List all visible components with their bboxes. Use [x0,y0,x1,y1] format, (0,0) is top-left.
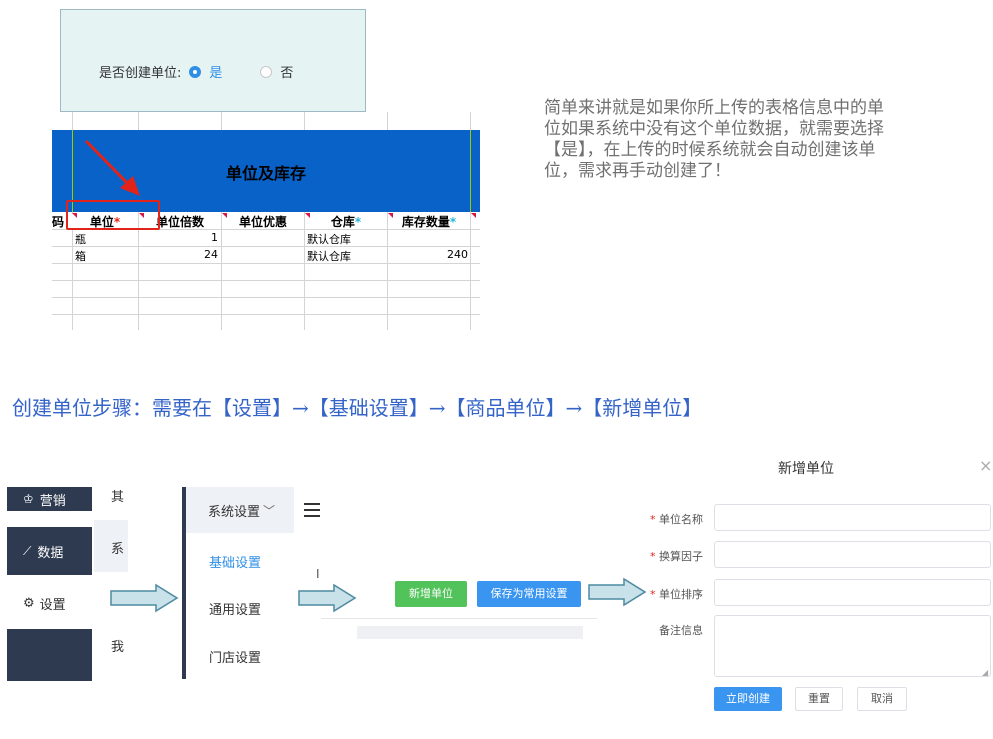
close-icon[interactable]: × [979,456,992,475]
unit-order-input[interactable] [714,579,991,606]
sidebar-bottom-block [7,629,92,681]
sidebar-label-settings: 设置 [39,597,66,613]
text-cursor-icon: I [316,567,320,581]
cell-stock-row2: 240 [447,248,468,261]
cell-unit-row1: 瓶 [75,233,86,246]
dropdown-label: 系统设置 [208,504,261,520]
create-now-button[interactable]: 立即创建 [714,687,782,711]
conversion-factor-input[interactable] [714,541,991,568]
explanation-text: 简单来讲就是如果你所上传的表格信息中的单位如果系统中没有这个单位数据，就需要选择… [544,98,884,181]
submenu-label-system: 系 [111,542,125,557]
dialog-title: 新增单位 [778,461,834,477]
submenu-item-other[interactable]: 其 [111,486,124,505]
cell-warehouse-row2: 默认仓库 [307,250,351,263]
menu-item-store-settings[interactable]: 门店设置 [209,647,261,666]
unit-name-input[interactable] [714,504,991,531]
cancel-button[interactable]: 取消 [857,687,907,711]
col-header-stock: 库存数量* [388,213,470,229]
label-unit-name: * 单位名称 [650,513,703,526]
system-settings-dropdown[interactable]: 系统设置 ﹀ [186,487,294,533]
radio-yes-label[interactable]: 是 [209,62,222,81]
gear-icon: ⚙ [23,595,35,611]
radio-no-label[interactable]: 否 [280,62,293,81]
sidebar-label-marketing: 营销 [39,493,66,509]
chevron-down-icon: ﹀ [263,503,276,518]
col-header-discount: 单位优惠 [222,213,304,229]
create-unit-option-box: 是否创建单位: 是 否 [60,9,366,112]
submenu-item-system-highlight[interactable]: 系 [94,520,128,572]
create-unit-radio-row: 是否创建单位: 是 否 [99,62,293,81]
sidebar-label-data: 数据 [37,545,64,561]
label-unit-order: * 单位排序 [650,588,703,601]
remark-textarea[interactable] [714,615,991,677]
cell-unit-row2: 箱 [75,250,86,263]
sidebar-item-marketing[interactable]: ♔ 营销 [7,487,92,511]
cell-warehouse-row1: 默认仓库 [307,233,351,246]
save-common-settings-button[interactable]: 保存为常用设置 [477,581,581,607]
cell-multiple-row2: 24 [204,248,218,261]
radio-no-icon[interactable] [260,65,273,78]
cell-multiple-row1: 1 [211,231,218,244]
label-conversion-factor: * 换算因子 [650,550,703,563]
steps-heading: 创建单位步骤：需要在【设置】→【基础设置】→【商品单位】→【新增单位】 [12,396,703,420]
sidebar-item-settings[interactable]: ⚙ 设置 [7,583,92,623]
label-remark: 备注信息 [659,624,703,637]
crown-icon: ♔ [23,492,34,506]
reset-button[interactable]: 重置 [795,687,843,711]
col-header-warehouse: 仓库* [305,213,387,229]
radio-yes-icon[interactable] [189,65,202,78]
resize-handle-icon[interactable]: ◢ [982,668,988,677]
panel-divider [321,618,597,619]
block-arrow-icon [110,583,179,613]
sheet-title: 单位及库存 [225,164,306,183]
block-arrow-icon [298,583,357,613]
unit-column-highlight [66,200,160,230]
create-unit-question: 是否创建单位: [99,66,182,81]
submenu-item-my[interactable]: 我 [111,636,124,655]
menu-item-general-settings[interactable]: 通用设置 [209,599,261,618]
panel-list-area [357,626,583,639]
hamburger-menu-icon[interactable] [304,503,320,517]
chart-icon: ⟋ [23,543,32,558]
add-unit-button[interactable]: 新增单位 [395,581,467,607]
sidebar-item-data[interactable]: ⟋ 数据 [7,527,92,575]
menu-item-basic-settings[interactable]: 基础设置 [209,552,261,571]
